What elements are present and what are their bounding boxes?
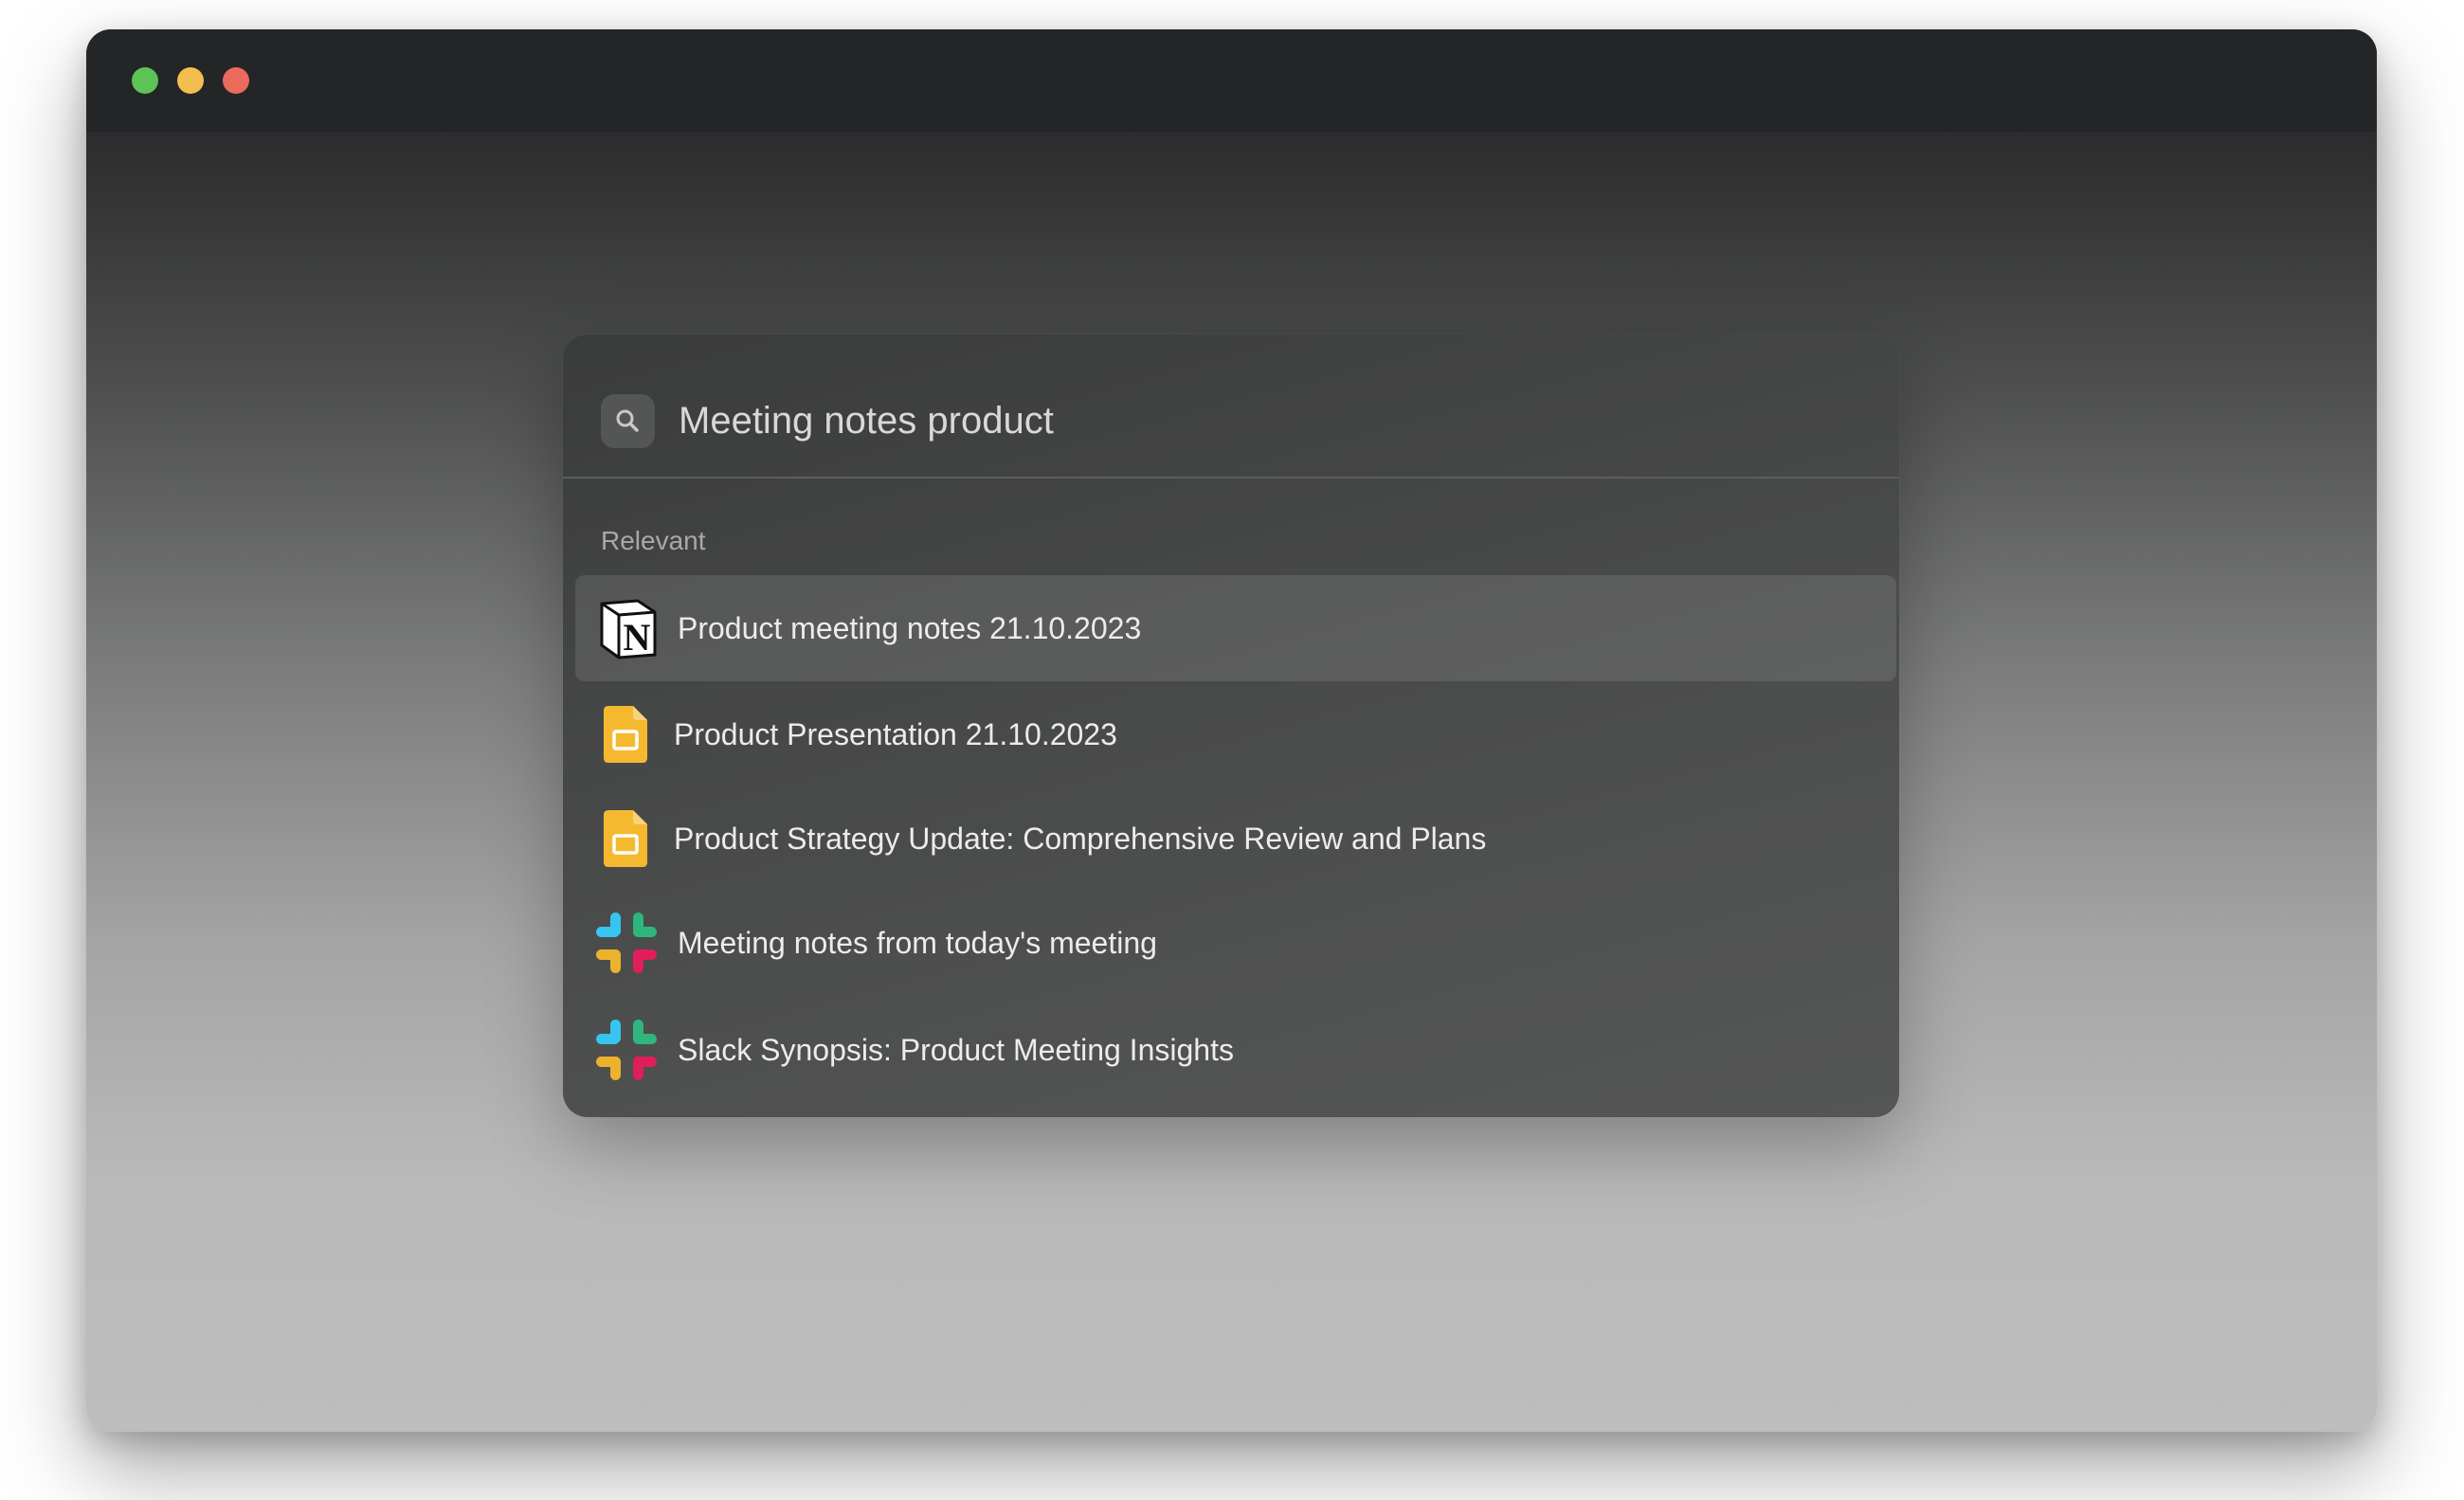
zoom-window-button[interactable]: [132, 67, 158, 94]
search-divider: [563, 477, 1899, 479]
result-item[interactable]: Product Strategy Update: Comprehensive R…: [575, 786, 1896, 892]
slack-icon: [594, 1018, 659, 1082]
result-label: Product Presentation 21.10.2023: [674, 717, 1117, 751]
result-label: Meeting notes from today's meeting: [678, 926, 1157, 960]
result-item[interactable]: Slack Synopsis: Product Meeting Insights: [575, 997, 1896, 1103]
result-label: Slack Synopsis: Product Meeting Insights: [678, 1033, 1234, 1067]
section-label-relevant: Relevant: [601, 526, 706, 555]
command-palette: Relevant N Product meeting notes 21.10.2…: [563, 334, 1899, 1117]
result-label: Product meeting notes 21.10.2023: [678, 611, 1142, 645]
slack-icon: [594, 911, 659, 975]
result-label: Product Strategy Update: Comprehensive R…: [674, 822, 1487, 856]
search-input[interactable]: [679, 388, 1816, 454]
close-window-button[interactable]: [223, 67, 249, 94]
title-bar: [86, 29, 2377, 132]
result-item[interactable]: Meeting notes from today's meeting: [575, 890, 1896, 996]
result-item[interactable]: N Product meeting notes 21.10.2023: [575, 575, 1896, 681]
minimize-window-button[interactable]: [177, 67, 204, 94]
google-slides-icon: [604, 810, 647, 867]
svg-text:N: N: [624, 616, 651, 659]
app-window: Relevant N Product meeting notes 21.10.2…: [86, 29, 2377, 1432]
notion-icon: N: [596, 596, 661, 660]
search-row: [563, 334, 1899, 454]
result-item[interactable]: Product Presentation 21.10.2023: [575, 681, 1896, 787]
search-icon: [601, 394, 655, 448]
google-slides-icon: [604, 706, 647, 763]
